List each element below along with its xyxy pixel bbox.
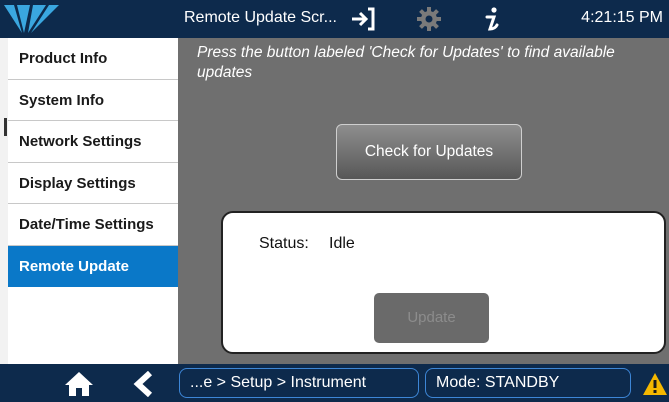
sidebar-item-product-info[interactable]: Product Info <box>8 38 178 80</box>
update-button[interactable]: Update <box>374 293 489 343</box>
teledyne-logo-icon <box>4 5 59 33</box>
page-title: Remote Update Scr... <box>184 9 337 26</box>
sidebar-item-remote-update[interactable]: Remote Update <box>8 245 178 287</box>
sidebar-item-display-settings[interactable]: Display Settings <box>8 163 178 204</box>
sidebar-item-date-time-settings[interactable]: Date/Time Settings <box>8 204 178 246</box>
breadcrumb[interactable]: ...e > Setup > Instrument <box>179 368 419 398</box>
clock: 4:21:15 PM <box>581 9 663 26</box>
info-icon[interactable] <box>482 6 502 32</box>
sign-in-icon[interactable] <box>350 6 376 32</box>
check-for-updates-button[interactable]: Check for Updates <box>336 124 522 180</box>
warning-icon[interactable] <box>642 372 668 396</box>
edge-marker <box>4 118 7 136</box>
status-panel: Status: Idle Update <box>221 211 666 354</box>
back-icon[interactable] <box>132 371 154 397</box>
home-icon[interactable] <box>64 371 94 397</box>
status-label: Status: <box>259 235 309 252</box>
sidebar: Product Info System Info Network Setting… <box>8 38 178 364</box>
top-bar: Remote Update Scr... 4:21:15 PM <box>0 0 669 38</box>
sidebar-item-system-info[interactable]: System Info <box>8 80 178 121</box>
sidebar-item-network-settings[interactable]: Network Settings <box>8 121 178 163</box>
instructions-text: Press the button labeled 'Check for Upda… <box>197 44 615 81</box>
main-panel: Press the button labeled 'Check for Upda… <box>178 38 669 364</box>
status-value: Idle <box>329 235 355 252</box>
gear-icon[interactable] <box>416 6 442 32</box>
left-edge <box>0 38 8 364</box>
mode-indicator[interactable]: Mode: STANDBY <box>425 368 631 398</box>
bottom-bar: ...e > Setup > Instrument Mode: STANDBY <box>0 364 669 402</box>
sidebar-empty-space <box>8 290 178 364</box>
